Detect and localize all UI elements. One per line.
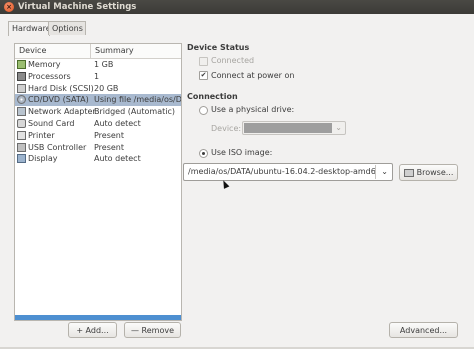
memory-icon (17, 60, 26, 69)
device-row-display[interactable]: Display Auto detect (15, 153, 181, 165)
remove-button[interactable]: — Remove (124, 322, 181, 338)
advanced-button[interactable]: Advanced... (389, 322, 458, 338)
column-separator[interactable] (90, 44, 91, 58)
tab-options[interactable]: Options (48, 21, 86, 35)
column-header-summary[interactable]: Summary (95, 46, 134, 55)
device-status-heading: Device Status (187, 43, 250, 52)
physical-drive-label: Use a physical drive: (211, 105, 295, 114)
sound-card-icon (17, 118, 26, 128)
display-icon (17, 154, 26, 164)
device-row-printer[interactable]: Printer Present (15, 130, 181, 142)
device-summary: 20 GB (94, 83, 119, 93)
device-summary: 1 GB (94, 60, 114, 69)
device-row-cd-dvd[interactable]: CD/DVD (SATA) Using file /media/os/DATA (15, 94, 182, 107)
device-list[interactable]: Device Summary Memory 1 GB Processors 1 … (14, 43, 182, 321)
browse-label: Browse... (416, 168, 454, 177)
physical-drive-radio[interactable] (199, 106, 208, 115)
physical-drive-dropdown[interactable]: ⌄ (242, 121, 346, 135)
device-row-sound-card[interactable]: Sound Card Auto detect (15, 118, 181, 130)
device-name: Processors (28, 71, 71, 81)
tab-hardware[interactable]: Hardware (8, 21, 51, 36)
device-row-network-adapter[interactable]: Network Adapter Bridged (Automatic) (15, 106, 181, 118)
device-summary: Using file /media/os/DATA (94, 95, 182, 105)
device-name: Network Adapter (28, 107, 96, 117)
folder-icon (403, 168, 414, 177)
connection-heading: Connection (187, 92, 238, 101)
device-row-processors[interactable]: Processors 1 (15, 71, 181, 83)
device-name: Display (28, 154, 58, 164)
close-icon[interactable]: × (4, 2, 14, 12)
device-row-usb-controller[interactable]: USB Controller Present (15, 142, 181, 154)
combo-divider (375, 165, 376, 179)
chevron-down-icon[interactable]: ⌄ (381, 165, 388, 179)
connected-label: Connected (211, 56, 255, 65)
browse-button[interactable]: Browse... (399, 164, 458, 181)
device-summary: Auto detect (94, 154, 141, 164)
device-row-hard-disk[interactable]: Hard Disk (SCSI) 20 GB (15, 83, 181, 95)
device-name: USB Controller (28, 142, 87, 152)
device-summary: Present (94, 142, 125, 152)
window-title: Virtual Machine Settings (18, 2, 137, 12)
chevron-down-icon: ⌄ (335, 123, 342, 132)
column-header-device[interactable]: Device (19, 46, 46, 55)
connected-checkbox[interactable] (199, 57, 208, 66)
network-adapter-icon (17, 107, 26, 117)
add-button[interactable]: + Add... (68, 322, 117, 338)
horizontal-scrollbar[interactable] (15, 315, 181, 320)
device-name: Sound Card (28, 118, 75, 128)
iso-path-input[interactable]: /media/os/DATA/ubuntu-16.04.2-desktop-am… (188, 167, 376, 176)
device-summary: Auto detect (94, 118, 141, 128)
device-summary: 1 (94, 71, 100, 81)
printer-icon (17, 130, 26, 140)
device-name: Memory (28, 60, 61, 69)
device-row-memory[interactable]: Memory 1 GB (15, 59, 181, 71)
device-summary: Bridged (Automatic) (94, 107, 175, 117)
cd-dvd-icon (17, 95, 26, 105)
title-bar: × Virtual Machine Settings (0, 0, 474, 14)
usb-controller-icon (17, 142, 26, 152)
connect-at-power-on-label: Connect at power on (211, 71, 295, 80)
hard-disk-icon (17, 83, 26, 93)
device-summary: Present (94, 130, 125, 140)
list-header: Device Summary (15, 44, 181, 59)
iso-image-radio[interactable] (199, 149, 208, 158)
device-name: Hard Disk (SCSI) (28, 83, 94, 93)
iso-path-combo[interactable]: /media/os/DATA/ubuntu-16.04.2-desktop-am… (183, 163, 393, 181)
device-name: CD/DVD (SATA) (28, 95, 89, 105)
iso-image-label: Use ISO image: (211, 148, 273, 157)
connect-at-power-on-checkbox[interactable]: ✔ (199, 71, 208, 80)
processor-icon (17, 71, 26, 81)
device-label: Device: (211, 124, 242, 133)
dropdown-value (244, 123, 332, 133)
device-name: Printer (28, 130, 55, 140)
